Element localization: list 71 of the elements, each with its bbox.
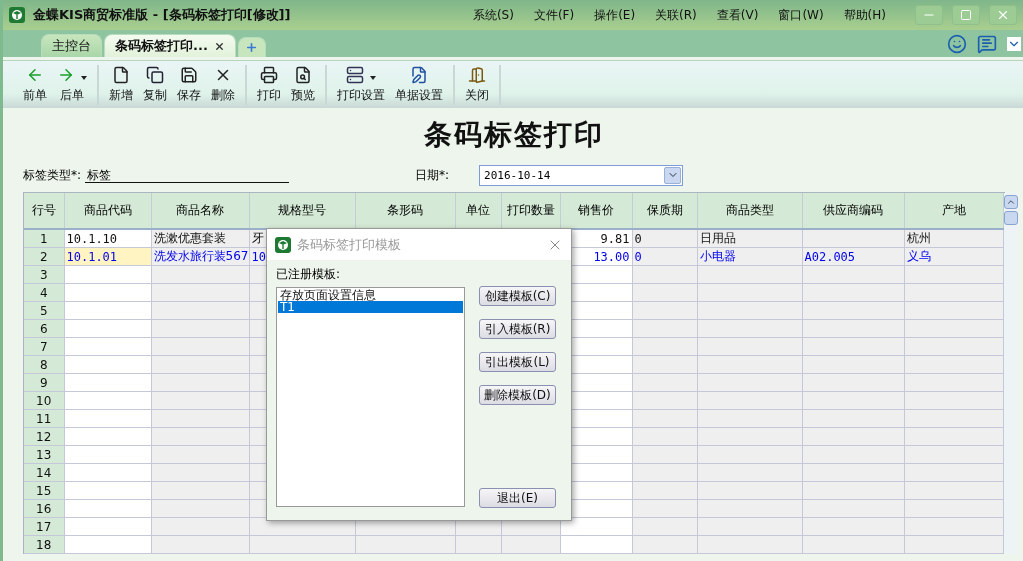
caret-icon[interactable] (370, 75, 376, 80)
exit-button[interactable]: 退出(E) (479, 488, 556, 508)
print-settings-icon (346, 65, 364, 84)
dialog-button[interactable]: 引出模板(L) (479, 352, 556, 372)
toolbar-button[interactable]: 复制 (139, 65, 171, 104)
toolbar-button[interactable]: 前单 (19, 65, 51, 104)
window-title: 金蝶KIS商贸标准版 - [条码标签打印[修改]] (33, 6, 291, 24)
field-label: 日期*: (415, 166, 450, 184)
close-icon[interactable] (213, 40, 225, 52)
list-item[interactable]: T1 (278, 301, 463, 313)
maximize-icon (960, 9, 972, 21)
caret-icon[interactable] (81, 75, 87, 80)
dialog-button[interactable]: 创建模板(C) (479, 286, 556, 306)
close-icon (996, 8, 1010, 22)
toolbar-button[interactable]: 新增 (105, 65, 137, 104)
dialog-button[interactable]: 删除模板(D) (479, 385, 556, 405)
list-label: 已注册模板: (276, 266, 342, 283)
menu-item[interactable]: 操作(E) (594, 6, 636, 24)
door-icon (468, 65, 486, 84)
tab[interactable]: 条码标签打印... (104, 34, 236, 57)
toolbar-button[interactable]: 打印 (253, 65, 285, 104)
toolbar-button[interactable]: 预览 (287, 65, 319, 104)
column-header[interactable]: 单位 (455, 193, 501, 229)
preview-icon (294, 65, 312, 84)
column-header[interactable]: 商品名称 (151, 193, 249, 229)
date-field[interactable]: 2016-10-14 (479, 164, 684, 186)
dropdown-icon[interactable] (1007, 36, 1021, 51)
chevron-up-icon[interactable] (1005, 197, 1016, 207)
toolbar-button[interactable]: 删除 (207, 65, 239, 104)
toolbar-button[interactable]: 保存 (173, 65, 205, 104)
column-header[interactable]: 商品代码 (64, 193, 151, 229)
menu-item[interactable]: 窗口(W) (778, 6, 824, 24)
maximize-button[interactable] (952, 5, 980, 25)
column-header[interactable]: 保质期 (632, 193, 697, 229)
menu-item[interactable]: 文件(F) (533, 6, 575, 24)
plus-icon (245, 41, 259, 54)
app-logo-icon (9, 7, 25, 23)
column-header[interactable]: 打印数量 (501, 193, 560, 229)
smiley-icon[interactable] (947, 33, 967, 54)
menu-item[interactable]: 关联(R) (655, 6, 697, 24)
printer-icon (260, 65, 278, 84)
column-header[interactable]: 条形码 (355, 193, 455, 229)
column-header[interactable]: 行号 (24, 193, 64, 229)
close-button[interactable] (989, 5, 1017, 25)
toolbar-button[interactable]: 关闭 (461, 65, 493, 104)
tab[interactable]: 主控台 (41, 34, 102, 57)
page-title: 条码标签打印 (424, 117, 604, 153)
toolbar-button[interactable]: 打印设置 (333, 65, 389, 104)
new-file-icon (112, 65, 130, 84)
chat-icon[interactable] (977, 33, 997, 54)
save-icon (180, 65, 198, 84)
toolbar-button[interactable]: 后单 (53, 65, 91, 104)
dropdown-button[interactable] (664, 166, 682, 184)
document-edit-icon (410, 65, 428, 84)
field-label: 标签类型*: (23, 166, 82, 184)
copy-icon (146, 65, 164, 84)
label-type-field[interactable]: 标签 (85, 167, 290, 183)
menu-item[interactable]: 系统(S) (472, 6, 514, 24)
template-list[interactable]: 存放页面设置信息 T1 (276, 287, 465, 507)
menu-item[interactable]: 查看(V) (716, 6, 759, 24)
toolbar-button[interactable]: 单据设置 (391, 65, 447, 104)
dialog-button[interactable]: 引入模板(R) (479, 319, 556, 339)
menu-item[interactable]: 帮助(H) (843, 6, 886, 24)
column-header[interactable]: 规格型号 (249, 193, 355, 229)
app-logo-icon (275, 236, 291, 253)
column-header[interactable]: 供应商编码 (802, 193, 904, 229)
list-item[interactable]: 存放页面设置信息 (278, 289, 463, 301)
column-header[interactable]: 销售价 (560, 193, 632, 229)
column-header[interactable]: 商品类型 (697, 193, 802, 229)
column-header[interactable]: 产地 (904, 193, 1003, 229)
new-tab-button[interactable] (237, 37, 266, 57)
